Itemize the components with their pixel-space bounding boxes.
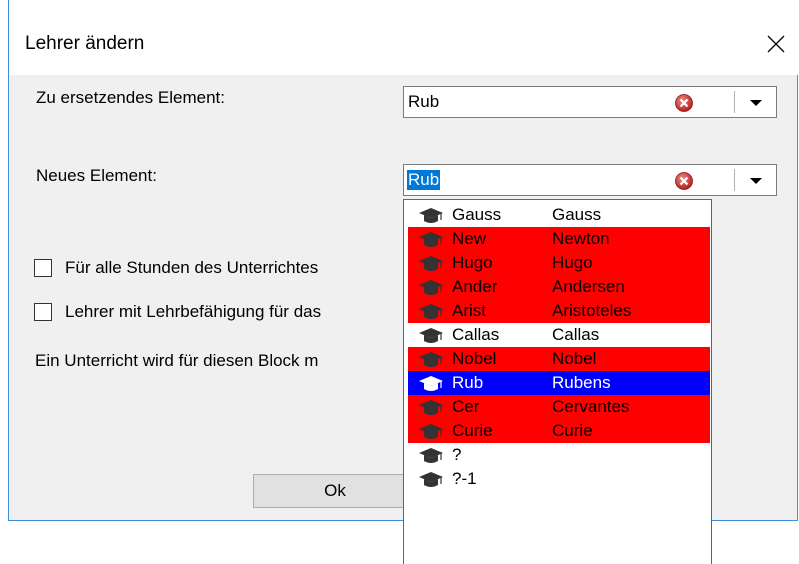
item-full-name: Newton [552,229,610,248]
graduation-cap-icon [419,280,443,295]
item-full-name: Cervantes [552,397,630,416]
dialog-title: Lehrer ändern [25,33,145,54]
combo-divider [734,169,735,191]
item-full-name: Curie [552,421,593,440]
item-full-name: Gauss [552,205,602,224]
item-short-name: Hugo [452,253,493,272]
graduation-cap-icon [419,376,443,391]
graduation-cap-icon [419,232,443,247]
replace-element-value[interactable]: Rub [407,92,440,112]
graduation-cap-icon [419,424,443,439]
dropdown-item[interactable]: ? [408,443,710,467]
title-bar: Lehrer ändern [9,0,798,75]
dropdown-item[interactable]: Hugo Hugo [408,251,710,275]
item-full-name: Callas [552,325,600,344]
item-short-name: Nobel [452,349,497,368]
item-short-name: Arist [452,301,486,320]
info-text: Ein Unterricht wird für diesen Block m [35,351,319,370]
dropdown-item[interactable]: ?-1 [408,467,710,491]
replace-element-combobox[interactable]: Rub [403,86,777,118]
chevron-down-icon [750,178,762,184]
clear-icon[interactable] [674,93,694,113]
item-short-name: New [452,229,487,248]
new-element-combobox[interactable]: Rub [403,164,777,196]
close-icon [767,35,785,53]
dropdown-item[interactable]: Ander Andersen [408,275,710,299]
new-element-label: Neues Element: [36,166,157,185]
teacher-dropdown-list[interactable]: Gauss Gauss New Newton Hugo Hugo Ander Andersen… [403,199,712,564]
graduation-cap-icon [419,328,443,343]
qualified-teacher-checkbox[interactable] [34,303,52,321]
item-short-name: Curie [452,421,493,440]
dropdown-item[interactable]: Rub Rubens [408,371,710,395]
graduation-cap-icon [419,256,443,271]
item-short-name: Ander [452,277,498,296]
dropdown-item[interactable]: Gauss Gauss [408,203,710,227]
dropdown-arrow-button[interactable] [742,170,770,192]
graduation-cap-icon [419,208,443,223]
chevron-down-icon [750,100,762,106]
dropdown-item[interactable]: Nobel Nobel [408,347,710,371]
ok-button[interactable]: Ok [253,474,417,508]
close-button[interactable] [756,26,796,62]
graduation-cap-icon [419,472,443,487]
graduation-cap-icon [419,448,443,463]
graduation-cap-icon [419,400,443,415]
item-full-name: Andersen [552,277,625,296]
dropdown-arrow-button[interactable] [742,92,770,114]
item-full-name: Hugo [552,253,593,272]
item-short-name: ? [452,445,462,464]
clear-icon[interactable] [674,171,694,191]
dropdown-item[interactable]: Callas Callas [408,323,710,347]
qualified-teacher-checkbox-label[interactable]: Lehrer mit Lehrbefähigung für das [65,302,321,322]
dropdown-item[interactable]: New Newton [408,227,710,251]
dropdown-item[interactable]: Cer Cervantes [408,395,710,419]
all-lessons-checkbox[interactable] [34,259,52,277]
item-full-name: Aristoteles [552,301,632,320]
item-short-name: Cer [452,397,480,416]
item-short-name: Gauss [452,205,502,224]
graduation-cap-icon [419,352,443,367]
item-short-name: Rub [452,373,484,392]
graduation-cap-icon [419,304,443,319]
dropdown-item[interactable]: Arist Aristoteles [408,299,710,323]
combo-divider [734,91,735,113]
item-full-name: Nobel [552,349,597,368]
item-short-name: ?-1 [452,469,477,488]
new-element-value[interactable]: Rub [407,170,441,190]
dropdown-item[interactable]: Curie Curie [408,419,710,443]
item-full-name: Rubens [552,373,611,392]
replace-element-label: Zu ersetzendes Element: [36,88,225,107]
item-short-name: Callas [452,325,500,344]
all-lessons-checkbox-label[interactable]: Für alle Stunden des Unterrichtes [65,258,318,278]
